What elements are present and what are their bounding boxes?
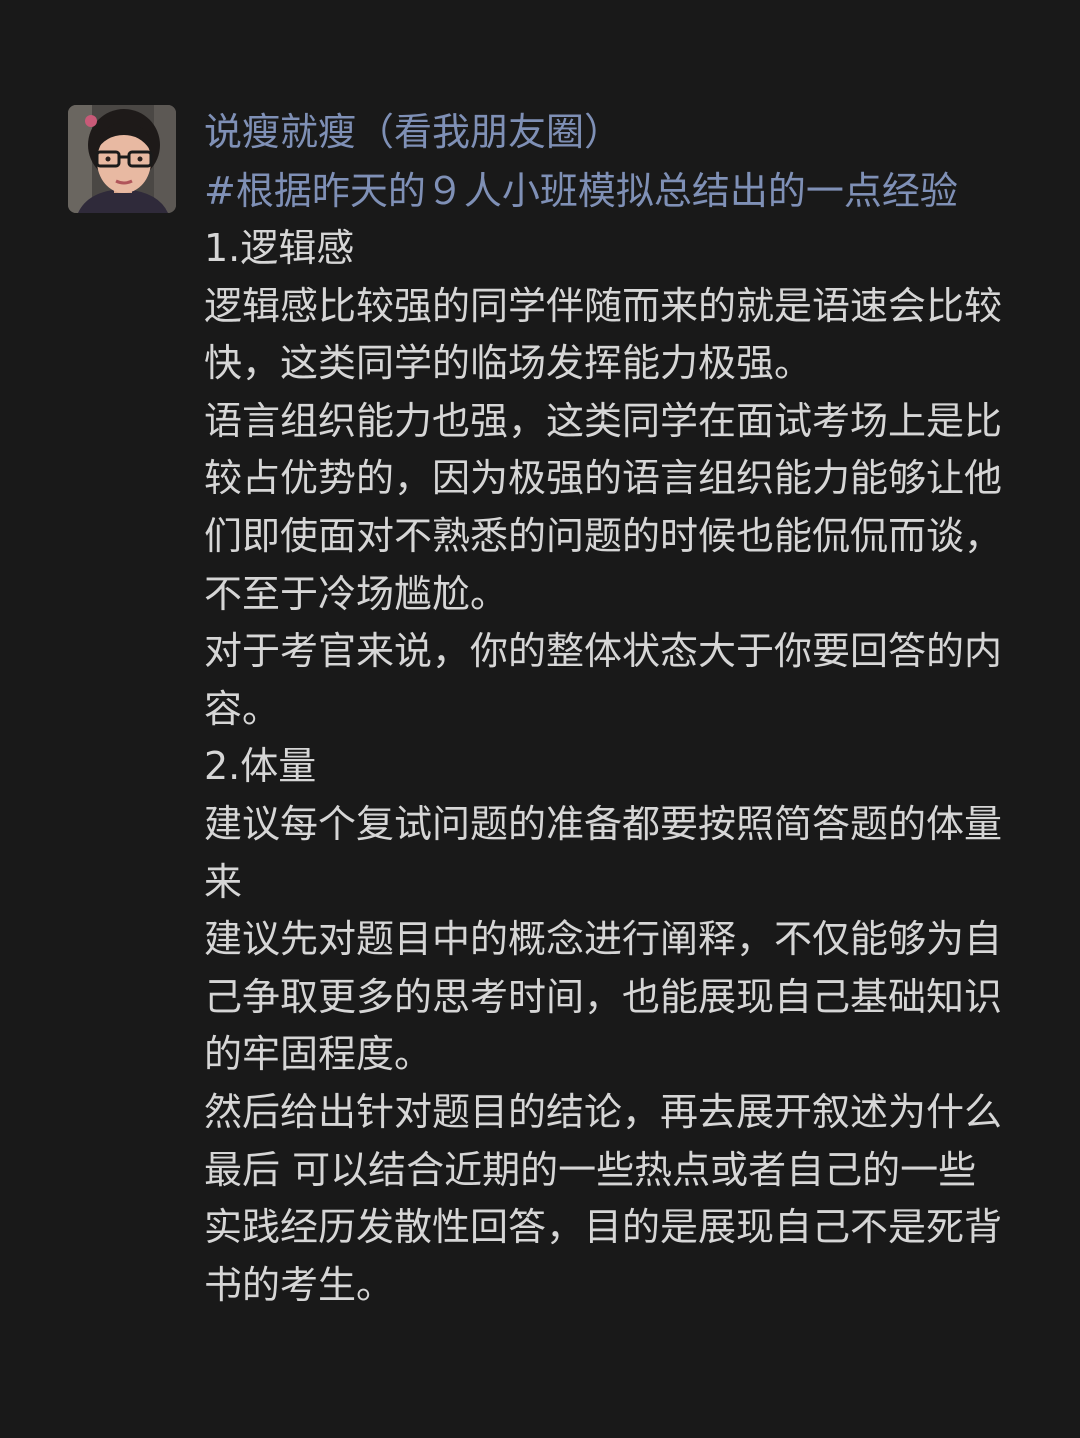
- post-paragraph: 语言组织能力也强，这类同学在面试考场上是比较占优势的，因为极强的语言组织能力能够…: [204, 398, 1003, 616]
- post-paragraph: 建议每个复试问题的准备都要按照简答题的体量来: [204, 801, 1003, 904]
- post-paragraph: 建议先对题目中的概念进行阐释，不仅能够为自己争取更多的思考时间，也能展现自己基础…: [204, 917, 1003, 1077]
- post-paragraph: 2.体量: [204, 744, 317, 789]
- post-content: 说瘦就瘦（看我朋友圈） #根据昨天的９人小班模拟总结出的一点经验 1.逻辑感逻辑…: [204, 102, 1014, 1314]
- topic-hashtag[interactable]: #根据昨天的９人小班模拟总结出的一点经验: [204, 162, 1014, 220]
- avatar-photo: [68, 105, 176, 213]
- post-paragraph: 对于考官来说，你的整体状态大于你要回答的内容。: [204, 629, 1003, 731]
- user-avatar[interactable]: [68, 105, 176, 213]
- post-body: 1.逻辑感逻辑感比较强的同学伴随而来的就是语速会比较快，这类同学的临场发挥能力极…: [204, 220, 1014, 1314]
- post-paragraph: 然后给出针对题目的结论，再去展开叙述为什么: [204, 1089, 1003, 1134]
- user-nickname[interactable]: 说瘦就瘦（看我朋友圈）: [204, 102, 1014, 162]
- post-paragraph: 最后 可以结合近期的一些热点或者自己的一些实践经历发散性回答，目的是展现自己不是…: [204, 1147, 1003, 1307]
- moments-post: 说瘦就瘦（看我朋友圈） #根据昨天的９人小班模拟总结出的一点经验 1.逻辑感逻辑…: [0, 0, 1080, 1438]
- post-paragraph: 逻辑感比较强的同学伴随而来的就是语速会比较快，这类同学的临场发挥能力极强。: [204, 283, 1003, 386]
- post-paragraph: 1.逻辑感: [204, 226, 355, 270]
